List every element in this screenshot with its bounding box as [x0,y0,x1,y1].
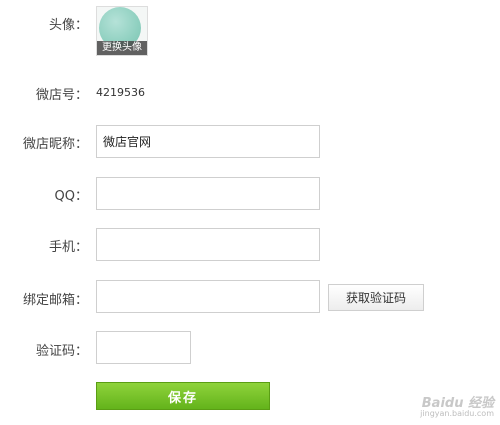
email-input[interactable] [96,280,320,313]
verify-code-label: 验证码： [35,344,88,359]
phone-input[interactable] [96,228,320,261]
shop-id-value: 4219536 [96,86,145,99]
save-button[interactable]: 保存 [96,382,270,410]
shop-nickname-input[interactable] [96,125,320,158]
phone-label: 手机： [48,240,88,255]
change-avatar-button[interactable]: 更换头像 [97,41,147,55]
qq-label: QQ： [54,189,88,204]
verify-code-input[interactable] [96,331,191,364]
get-verification-code-button[interactable]: 获取验证码 [328,284,424,311]
shop-id-label: 微店号： [35,88,88,103]
email-label: 绑定邮箱： [22,293,88,308]
shop-nickname-label: 微店昵称： [22,137,88,152]
avatar-label: 头像： [48,18,88,33]
avatar[interactable]: 更换头像 [96,6,148,56]
qq-input[interactable] [96,177,320,210]
baidu-jingyan-watermark: Baidu 经验 jingyan.baidu.com [420,392,494,418]
watermark-url: jingyan.baidu.com [420,409,494,418]
